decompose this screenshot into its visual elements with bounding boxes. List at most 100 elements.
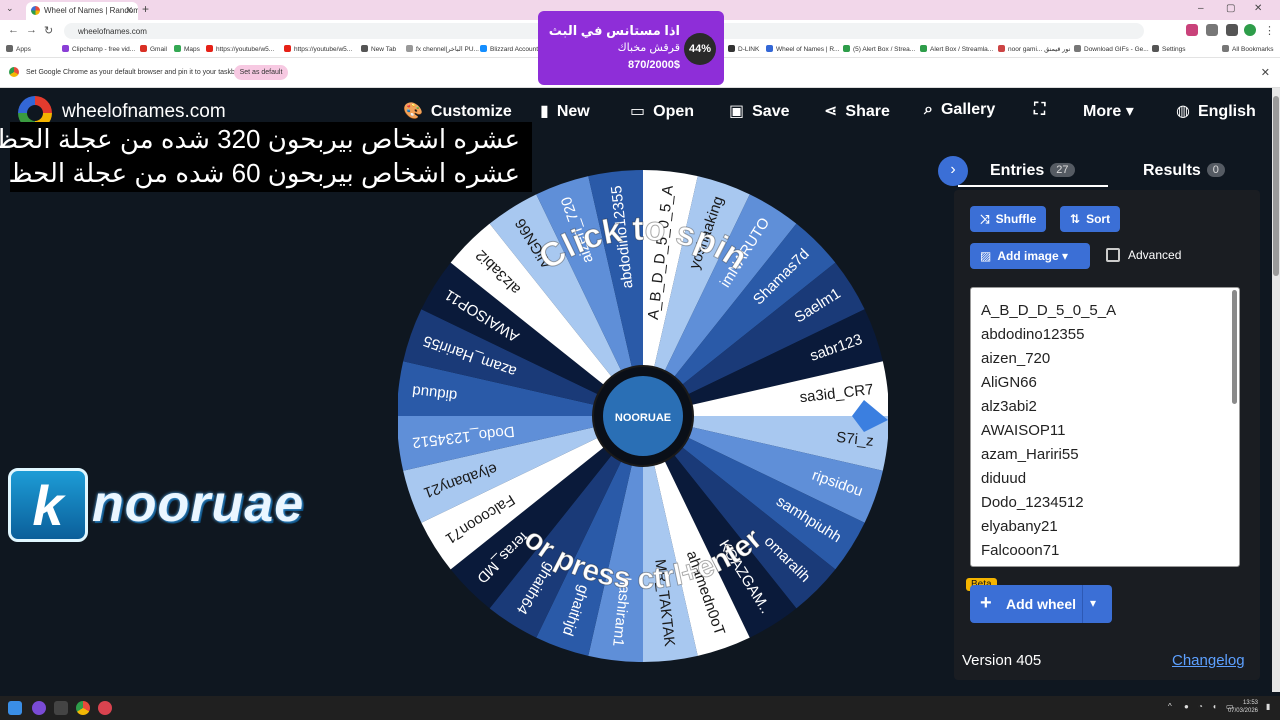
wheel[interactable]: A_B_D_D_5_0_5_A yoshaaking imNARUTO Shamas7… [397,170,889,662]
mic-icon[interactable]: ● [1184,702,1189,711]
extensions-puzzle-icon[interactable] [1206,24,1218,36]
notification-icon[interactable]: ▮ [1266,702,1270,711]
entry-line: A_B_D_D_5_0_5_A [981,302,1117,319]
fullscreen-icon: ⛶ [1034,101,1046,118]
bookmark-item[interactable]: Download GIFs - Ge... [1074,45,1149,53]
sidepanel-icon[interactable] [1226,24,1238,36]
advanced-checkbox[interactable]: Advanced [1106,248,1181,262]
share-icon: ⋖ [824,103,838,120]
open-button[interactable]: ▭ Open [630,101,694,121]
extension-icon[interactable] [1186,24,1198,36]
volume-icon[interactable]: ◖ [1212,702,1217,711]
add-wheel-dropdown-icon[interactable]: ▾ [1090,596,1096,610]
taskbar-clock[interactable]: 13:53 07/03/2026 [1228,699,1258,715]
favicon-icon [31,6,40,15]
donation-percent: 44% [684,33,716,65]
bookmark-item[interactable]: Clipchamp - free vid... [62,45,135,53]
changelog-link[interactable]: Changelog [1172,652,1245,669]
palette-icon: 🎨 [403,103,423,120]
new-tab-icon[interactable]: + [142,2,149,16]
infobar-message: Set Google Chrome as your default browse… [26,69,242,76]
bookmark-item[interactable]: Blizzard Account [480,45,538,53]
copilot-icon[interactable] [32,701,46,715]
page-scrollbar[interactable] [1272,88,1280,692]
streamer-logo: k nooruae [4,464,344,544]
tab-entries[interactable]: Entries 27 [990,162,1075,180]
bookmark-item[interactable]: New Tab [361,45,396,53]
minimize-icon[interactable]: – [1198,3,1204,14]
close-window-icon[interactable]: ✕ [1254,3,1262,14]
entry-line: diduud [981,470,1027,487]
streamer-logo-text: nooruae [92,475,305,533]
add-wheel-divider [1082,585,1083,623]
bookmark-item[interactable]: https://youtube/w5... [206,45,274,53]
taskbar-app-icon[interactable] [54,701,68,715]
bookmark-item[interactable]: Gmail [140,45,167,53]
tab-results[interactable]: Results 0 [1143,162,1225,180]
streamer-logo-k: k [8,468,88,542]
reload-icon[interactable]: ↻ [44,24,53,37]
bookmark-item[interactable]: Maps [174,45,200,53]
chrome-taskbar-icon[interactable] [76,701,90,715]
fullscreen-button[interactable]: ⛶ [1034,101,1053,119]
bookmark-item[interactable]: Apps [6,45,31,53]
set-default-button[interactable]: Set as default [234,65,288,80]
advanced-label: Advanced [1128,248,1182,262]
close-tab-icon[interactable]: ✕ [125,5,133,16]
share-button[interactable]: ⋖ Share [824,101,890,121]
collapse-panel-button[interactable]: › [938,156,968,186]
bookmark-item[interactable]: D-LINK [728,45,759,53]
entry-line: aizen_720 [981,350,1051,367]
back-icon[interactable]: ← [8,24,19,36]
scrollbar-thumb[interactable] [1273,96,1279,276]
clock-time: 13:53 [1242,700,1258,706]
bookmark-item[interactable]: (5) Alert Box / Strea... [843,45,915,53]
donation-goal-widget: اذا مستانس في البث قرقش مخباك 870/2000$ … [538,11,724,85]
bookmark-item[interactable]: fx chennel|الباخر PU... [406,45,479,53]
bookmark-item[interactable]: https://youtube/w5... [284,45,352,53]
gallery-button[interactable]: ⌕ Gallery [924,101,995,119]
language-button[interactable]: ◍ English [1176,101,1256,121]
entries-textarea[interactable]: A_B_D_D_5_0_5_A abdodino12355 aizen_720 … [970,287,1240,567]
sort-button[interactable]: ⇅ Sort [1060,206,1121,232]
tab-search-icon[interactable]: ⌄ [6,3,14,14]
bookmark-item[interactable]: Settings [1152,45,1186,53]
donation-line-1: اذا مستانس في البث [548,23,680,38]
wheel-svg[interactable]: A_B_D_D_5_0_5_A yoshaakingimNARUTOShamas7… [397,170,889,662]
browser-tab[interactable]: Wheel of Names | Random na... ✕ [26,2,138,20]
entry-line: abdodino12355 [981,326,1085,343]
shuffle-button[interactable]: ⤨ Shuffle [970,206,1047,232]
start-icon[interactable] [8,701,22,715]
customize-button[interactable]: 🎨 Customize [403,101,512,121]
bookmark-item[interactable]: Alert Box / Streamla... [920,45,993,53]
maximize-icon[interactable]: ▢ [1226,3,1235,14]
entry-line: elyabany21 [981,518,1058,535]
new-button[interactable]: ▮ New [540,101,590,121]
entries-count-badge: 27 [1050,163,1075,177]
entries-scrollbar[interactable] [1232,290,1237,404]
url-text: wheelofnames.com [78,27,147,36]
more-button[interactable]: More ▾ [1083,101,1134,121]
bookmark-item[interactable]: noor gami... نور قيمنق [998,45,1070,53]
wheel-center-logo-text: NOORUAE [615,412,671,424]
bookmark-item[interactable]: Wheel of Names | R... [766,45,839,53]
tray-chevron-icon[interactable]: ^ [1168,702,1172,711]
profile-avatar[interactable] [1244,24,1256,36]
windows-taskbar: ^ ● ◔ ◖ ▭ 13:53 07/03/2026 ▮ [0,696,1280,720]
version-label: Version 405 [962,652,1042,669]
chevron-down-icon: ▾ [1125,103,1134,120]
results-count-badge: 0 [1206,163,1225,177]
forward-icon[interactable]: → [26,24,37,36]
add-wheel-button[interactable]: + Add wheel ▾ [970,585,1112,623]
add-image-button[interactable]: ▨ Add image ▾ [970,243,1090,269]
donation-line-2: قرقش مخباك [617,42,680,54]
all-bookmarks[interactable]: All Bookmarks [1222,45,1274,53]
globe-icon: ◍ [1176,103,1190,120]
save-button[interactable]: ▣ Save [729,101,790,121]
checkbox-icon[interactable] [1106,248,1120,262]
network-icon[interactable]: ◔ [1198,702,1203,711]
browser-menu-icon[interactable]: ⋮ [1264,24,1275,37]
close-infobar-icon[interactable]: ✕ [1261,66,1270,79]
site-name[interactable]: wheelofnames.com [62,101,226,123]
obs-taskbar-icon[interactable] [98,701,112,715]
